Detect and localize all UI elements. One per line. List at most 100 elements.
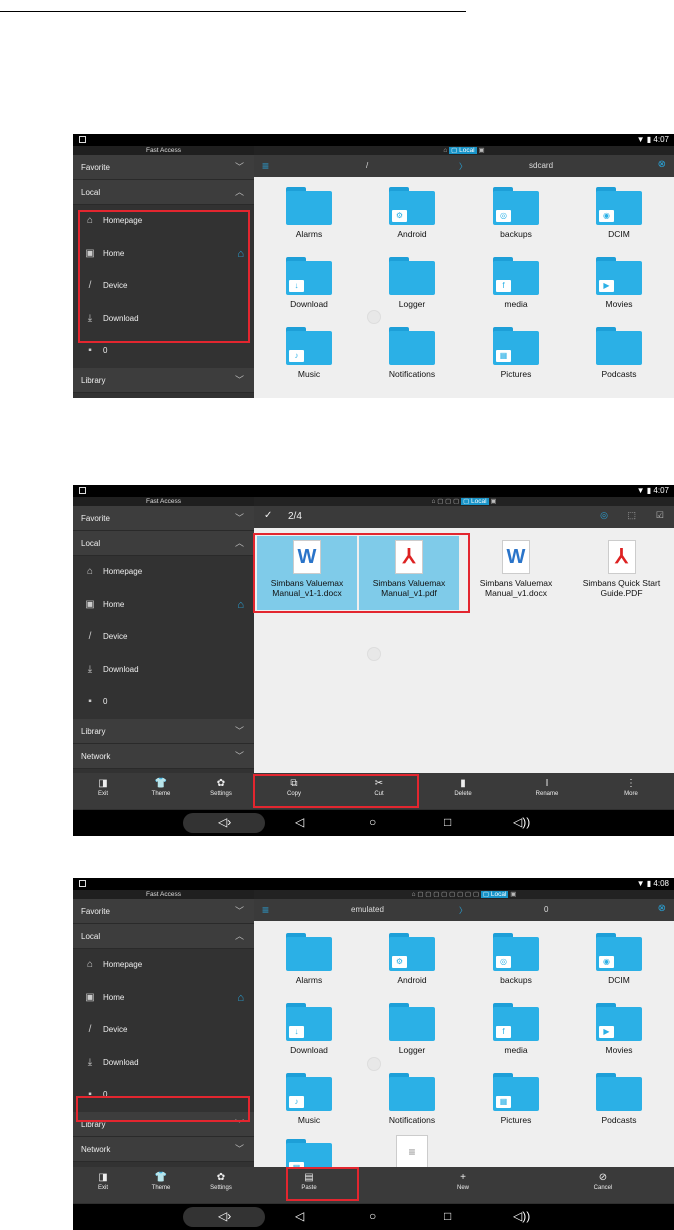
globe-icon[interactable]: ◎ [600, 510, 608, 521]
folder-item[interactable]: Notifications [357, 327, 467, 379]
touch-indicator [367, 1057, 381, 1071]
download-icon: ↓ [289, 280, 304, 292]
volume-down-icon[interactable]: ◁› [218, 815, 231, 829]
path-root[interactable]: / [366, 161, 368, 170]
gear-icon: ✿ [216, 1172, 226, 1183]
volume-down-icon[interactable]: ◁› [218, 1209, 231, 1223]
folder-item[interactable]: Alarms [254, 933, 364, 985]
recents-icon[interactable]: □ [444, 1209, 451, 1223]
volume-up-icon[interactable]: ◁)) [513, 815, 530, 829]
settings-button[interactable]: ✿ Settings [201, 778, 241, 797]
exit-button[interactable]: ◨ Exit [83, 1172, 123, 1191]
folder-item[interactable]: Logger [357, 1003, 467, 1055]
folder-item[interactable]: ⚙ Android [357, 933, 467, 985]
rename-button[interactable]: I Rename [517, 778, 577, 797]
sidebar-item-sdcard[interactable]: ▪ 0 [73, 686, 254, 719]
action-bar: ◨ Exit 👕 Theme ✿ Settings ▤ Paste + New ⊘ Canc… [73, 1167, 674, 1203]
download-icon: ⤓ [87, 663, 93, 675]
folder-item[interactable]: ◉ DCIM [564, 187, 674, 239]
back-icon[interactable]: ◁ [295, 815, 304, 829]
path-current[interactable]: sdcard [529, 161, 553, 170]
folder-item[interactable]: ↓ Download [254, 257, 364, 309]
folder-item[interactable]: ◎ backups [461, 933, 571, 985]
sidebar-section-library[interactable]: Library ﹀ [73, 367, 254, 393]
folder-item[interactable]: Podcasts [564, 327, 674, 379]
delete-button[interactable]: ▮ Delete [433, 778, 493, 797]
sidebar-section-local[interactable]: Local ︿ [73, 531, 254, 556]
document-rule [0, 11, 466, 12]
pdf-icon: ⅄ [607, 540, 636, 574]
file-item[interactable]: ⅄ Simbans Quick Start Guide.PDF [569, 536, 674, 598]
recents-icon[interactable]: □ [444, 815, 451, 829]
notification-icon [79, 487, 86, 494]
exit-icon: ◨ [98, 778, 108, 789]
touch-indicator [367, 310, 381, 324]
menu-icon[interactable]: ≡ [262, 159, 269, 173]
folder-item[interactable]: ⚙ Android [357, 187, 467, 239]
home-nav-icon[interactable]: ○ [369, 815, 376, 829]
sidebar-section-favorite[interactable]: Favorite ﹀ [73, 899, 254, 924]
more-button[interactable]: ⋮ More [601, 778, 661, 797]
sidebar-section-library[interactable]: Library ﹀ [73, 718, 254, 744]
sidebar-item-download[interactable]: ⤓ Download [73, 654, 254, 687]
folder-item[interactable]: f media [461, 257, 571, 309]
sidebar-item-device[interactable]: / Device [73, 1014, 254, 1047]
theme-button[interactable]: 👕 Theme [141, 1172, 181, 1191]
home-nav-icon[interactable]: ○ [369, 1209, 376, 1223]
path-parent[interactable]: emulated [351, 905, 384, 914]
sidebar-section-favorite[interactable]: Favorite ﹀ [73, 506, 254, 531]
check-icon[interactable]: ✓ [264, 510, 272, 521]
chevron-down-icon: ﹀ [234, 1143, 244, 1154]
folder-item[interactable]: ▦ Pictures [461, 1073, 571, 1125]
sidebar-section-local[interactable]: Local ︿ [73, 180, 254, 205]
cancel-button[interactable]: ⊘ Cancel [573, 1172, 633, 1191]
folder-item[interactable]: ↓ Download [254, 1003, 364, 1055]
path-separator: 〉 [459, 162, 467, 171]
folder-item[interactable]: ▦ Pictures [461, 327, 571, 379]
sidebar-section-favorite[interactable]: Favorite ﹀ [73, 155, 254, 180]
menu-icon[interactable]: ≡ [262, 903, 269, 917]
volume-up-icon[interactable]: ◁)) [513, 1209, 530, 1223]
select-all-icon[interactable]: ☑ [656, 510, 664, 521]
sidebar-section-local[interactable]: Local ︿ [73, 924, 254, 949]
sidebar-item-device[interactable]: / Device [73, 621, 254, 654]
folder-item[interactable]: ▶ Movies [564, 1003, 674, 1055]
close-icon[interactable]: ⊗ [658, 903, 666, 914]
music-icon: ♪ [289, 350, 304, 362]
sidebar-section-network[interactable]: Network ﹀ [73, 1136, 254, 1162]
sidebar-section-network[interactable]: Network ﹀ [73, 743, 254, 769]
chevron-down-icon: ﹀ [234, 906, 244, 916]
theme-button[interactable]: 👕 Theme [141, 778, 181, 797]
settings-button[interactable]: ✿ Settings [201, 1172, 241, 1191]
folder-item[interactable]: ♪ Music [254, 1073, 364, 1125]
status-time: ▼ ▮ 4:07 [636, 135, 669, 144]
folder-item[interactable]: ◎ backups [461, 187, 571, 239]
sidebar-item-home[interactable]: ▣ Home ⌂ [73, 982, 254, 1015]
sidebar-item-download[interactable]: ⤓ Download [73, 1047, 254, 1080]
exit-button[interactable]: ◨ Exit [83, 778, 123, 797]
folder-item[interactable]: ♪ Music [254, 327, 364, 379]
folder-item[interactable]: Logger [357, 257, 467, 309]
folder-item[interactable]: ▶ Movies [564, 257, 674, 309]
home-icon: ⌂ [237, 598, 244, 611]
sidebar-item-home[interactable]: ▣ Home ⌂ [73, 589, 254, 622]
text-file-icon: ≡ [396, 1135, 428, 1171]
new-button[interactable]: + New [433, 1172, 493, 1191]
folder-item[interactable]: Podcasts [564, 1073, 674, 1125]
path-current[interactable]: 0 [544, 905, 548, 914]
back-icon[interactable]: ◁ [295, 1209, 304, 1223]
folder-item[interactable]: f media [461, 1003, 571, 1055]
sidebar-item-homepage[interactable]: ⌂ Homepage [73, 949, 254, 982]
gear-icon: ✿ [216, 778, 226, 789]
sidebar-header: Fast Access [73, 497, 254, 506]
select-range-icon[interactable]: ⬚ [627, 510, 636, 521]
folder-item[interactable]: Notifications [357, 1073, 467, 1125]
file-item[interactable]: W Simbans Valuemax Manual_v1.docx [466, 536, 566, 598]
folder-item[interactable]: ◉ DCIM [564, 933, 674, 985]
sidebar-item-homepage[interactable]: ⌂ Homepage [73, 556, 254, 589]
path-toolbar: ≡ / 〉 sdcard ⊗ [254, 155, 674, 177]
folder-item[interactable]: Alarms [254, 187, 364, 239]
close-icon[interactable]: ⊗ [658, 159, 666, 170]
shirt-icon: 👕 [154, 778, 168, 789]
tab-strip: ⌂ ▢ Local ▣ [254, 146, 674, 155]
